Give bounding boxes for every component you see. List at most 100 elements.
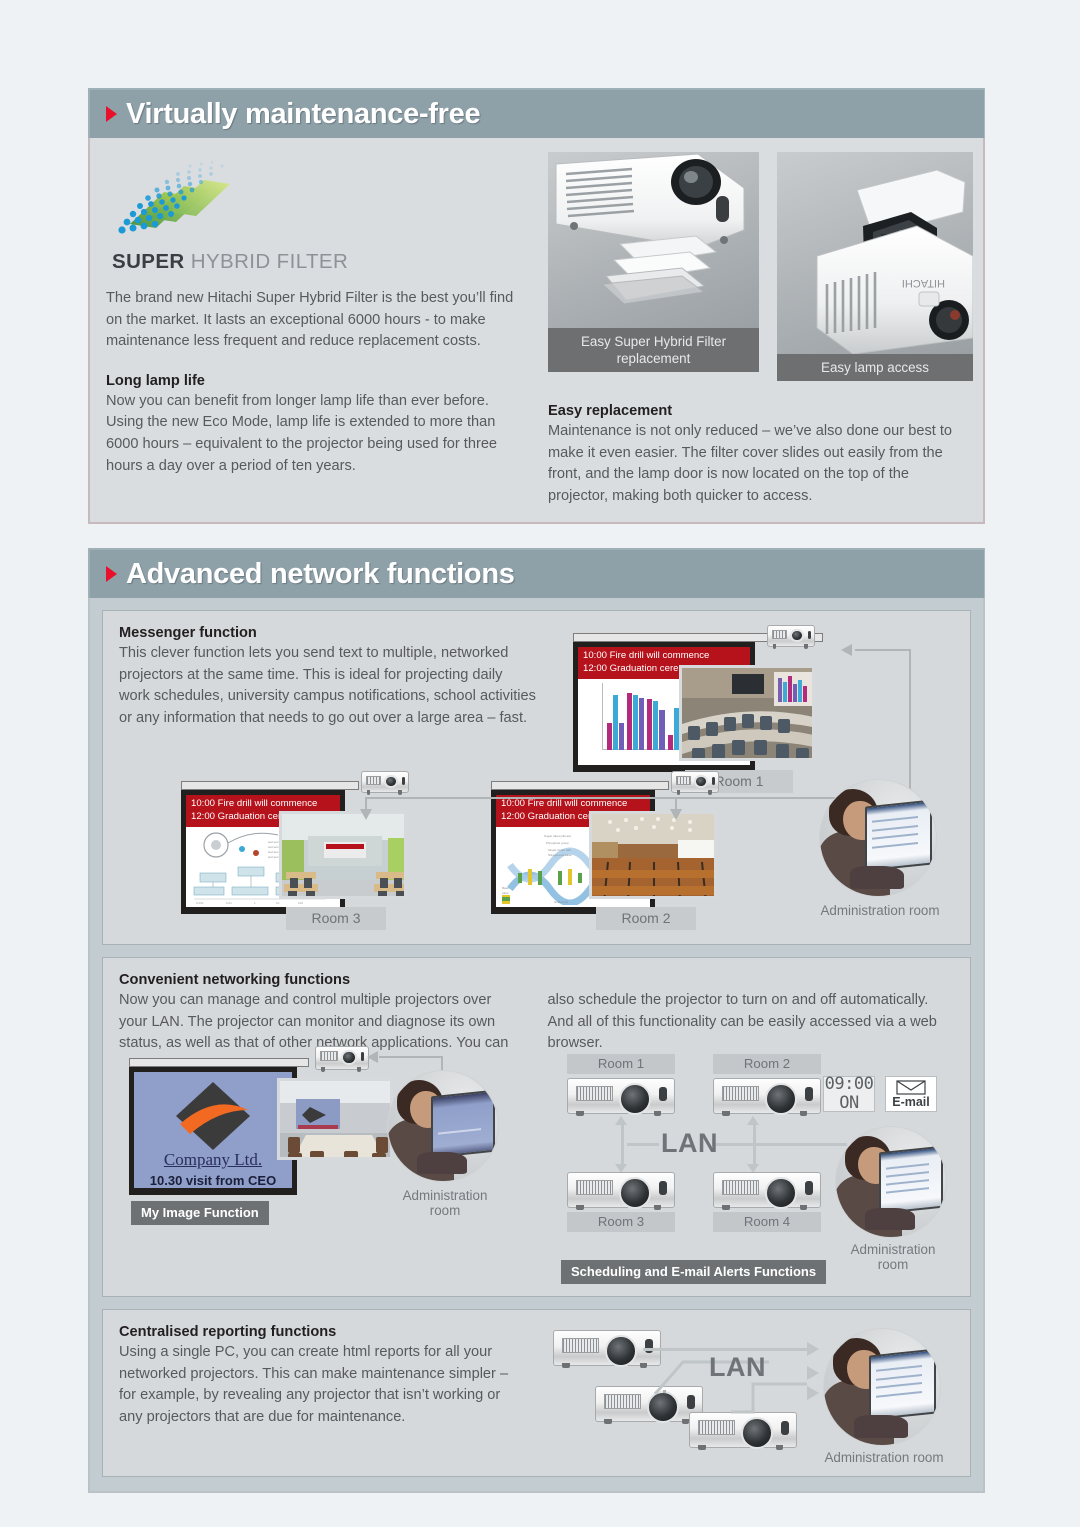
sched-room-tag-3: Room 3	[567, 1212, 675, 1232]
card-networking: Convenient networking functions Now you …	[102, 957, 971, 1297]
projector-icon-my-image	[315, 1046, 369, 1072]
chart-y-axis	[602, 683, 604, 751]
projector-icon-sched-4	[713, 1172, 821, 1210]
boardroom-photo	[277, 1078, 393, 1160]
my-image-slide: Company Ltd. 10.30 visit from CEO	[134, 1072, 292, 1188]
admin-person-photo	[835, 1126, 947, 1238]
reporting-text: Using a single PC, you can create html r…	[119, 1344, 509, 1425]
section-title-network: Advanced network functions	[126, 557, 515, 590]
laptop-icon	[430, 1089, 495, 1158]
email-icon[interactable]: E-mail	[885, 1076, 937, 1112]
lan-label-reporting: LAN	[709, 1352, 766, 1382]
networking-text-col2: also schedule the projector to turn on a…	[547, 992, 937, 1052]
admin-caption-reporting: Administration room	[824, 1450, 944, 1465]
sched-room-tag-4: Room 4	[713, 1212, 821, 1232]
messenger-text: This clever function lets you send text …	[119, 645, 536, 726]
svg-text:text text: text text	[268, 855, 279, 859]
projector-lamp-illustration: HITACHI	[816, 169, 973, 354]
room-tag-2: Room 2	[596, 907, 696, 930]
lan-line-left	[621, 1124, 624, 1164]
svg-text:Base: Base	[502, 886, 509, 890]
clock-time: 09:00	[824, 1074, 874, 1094]
section-network: Advanced network functions Messenger fun…	[88, 548, 985, 1493]
svg-text:0.01: 0.01	[226, 901, 232, 905]
room-panel-3: 10:00 Fire drill will commence 12:00 Gra…	[181, 771, 441, 930]
easy-replacement-heading: Easy replacement	[548, 403, 673, 419]
my-image-message: 10.30 visit from CEO	[149, 1173, 277, 1188]
easy-replacement-text: Maintenance is not only reduced – we’ve …	[548, 423, 953, 504]
clock-icon[interactable]: 09:00 ON	[823, 1074, 875, 1113]
maintenance-right-column: Easy Super Hybrid Filter replacement HIT…	[548, 152, 973, 507]
lan-arrow-up-left	[615, 1116, 627, 1125]
connector-line-room1	[855, 649, 911, 651]
svg-text:Single Chain with: Single Chain with	[548, 848, 572, 852]
svg-text:Phosphate group: Phosphate group	[546, 841, 569, 845]
lamp-access-image: HITACHI	[777, 152, 973, 354]
email-label: E-mail	[892, 1094, 930, 1109]
projector-icon-room2	[671, 771, 719, 795]
projector-icon-sched-2	[713, 1078, 821, 1116]
company-logo-icon	[176, 1082, 250, 1150]
connector-arrow-room2	[670, 809, 682, 820]
sched-room-tag-2: Room 2	[713, 1054, 821, 1074]
report-arrow-3	[807, 1386, 819, 1400]
monitor-icon	[869, 1348, 937, 1421]
projector-icon-room1	[767, 625, 815, 649]
filter-graphic-icon	[118, 160, 230, 234]
monitor-icon	[878, 1145, 943, 1214]
projector-icon-room3	[361, 771, 409, 795]
room-photo-2	[589, 811, 717, 899]
long-lamp-life-heading: Long lamp life	[106, 372, 205, 389]
lan-arrow-up-right	[747, 1116, 759, 1125]
auditorium-photo	[592, 814, 714, 896]
projector-icon-sched-3	[567, 1172, 675, 1210]
sched-room-tag-1: Room 1	[567, 1054, 675, 1074]
room-photo-1	[679, 665, 815, 761]
super-hybrid-filter-logo	[112, 152, 322, 244]
connector-arrow-my-image	[367, 1051, 378, 1063]
message-line-1: 10:00 Fire drill will commence	[191, 798, 318, 809]
section-header-network: Advanced network functions	[88, 548, 985, 598]
brand-logo-text: SUPER HYBRID FILTER	[112, 250, 526, 274]
admin-block-scheduling: Administration room	[835, 1126, 951, 1272]
report-arrow-1	[807, 1342, 819, 1356]
report-line-1	[643, 1348, 811, 1351]
svg-text:1: 1	[254, 901, 256, 905]
connector-arrow-room3	[360, 809, 372, 820]
my-image-function-chip: My Image Function	[131, 1201, 269, 1225]
messenger-heading: Messenger function	[119, 625, 257, 641]
admin-person-photo	[823, 1328, 941, 1446]
sched-icons: 09:00 ON E-mail	[823, 1074, 937, 1113]
admin-block-reporting: Administration room	[823, 1328, 945, 1465]
svg-text:Sugar (deoxyribose): Sugar (deoxyribose)	[544, 834, 571, 838]
photo-filter-replacement: Easy Super Hybrid Filter replacement	[548, 152, 759, 381]
room-photo-3	[279, 811, 407, 899]
hitachi-wordmark: HITACHI	[902, 277, 945, 289]
projection-screen-my-image: Company Ltd. 10.30 visit from CEO	[129, 1067, 297, 1195]
company-name-text: Company Ltd.	[163, 1150, 263, 1169]
message-line-1: 10:00 Fire drill will commence	[501, 798, 628, 809]
triangle-bullet-icon	[106, 566, 117, 582]
long-lamp-life-text: Now you can benefit from longer lamp lif…	[106, 392, 498, 474]
network-body: Messenger function This clever function …	[88, 598, 985, 1493]
maintenance-left-column: SUPER HYBRID FILTER The brand new Hitach…	[106, 152, 526, 477]
message-line-1: 10:00 Fire drill will commence	[583, 650, 710, 661]
section-header-maintenance: Virtually maintenance-free	[88, 88, 985, 138]
maintenance-body: SUPER HYBRID FILTER The brand new Hitach…	[88, 138, 985, 524]
admin-caption-my-image: Administration room	[402, 1188, 488, 1218]
connector-line-vertical	[909, 649, 911, 797]
card-reporting: Centralised reporting functions Using a …	[102, 1309, 971, 1477]
photo-caption-filter: Easy Super Hybrid Filter replacement	[548, 328, 759, 372]
monitor-icon	[865, 799, 933, 872]
photo-lamp-access: HITACHI Easy lamp access	[777, 152, 973, 381]
admin-person-photo	[387, 1070, 499, 1182]
brand-logo-rest: HYBRID FILTER	[184, 250, 349, 273]
svg-text:10: 10	[276, 901, 280, 905]
screen-housing	[491, 781, 669, 790]
screen-housing	[181, 781, 359, 790]
scheduling-chip: Scheduling and E-mail Alerts Functions	[561, 1260, 827, 1284]
admin-block-messenger: Administration room	[819, 779, 941, 918]
my-image-block: Company Ltd. 10.30 visit from CEO My Ima…	[129, 1046, 549, 1225]
maintenance-photo-row: Easy Super Hybrid Filter replacement HIT…	[548, 152, 973, 381]
classroom-photo	[282, 814, 404, 896]
